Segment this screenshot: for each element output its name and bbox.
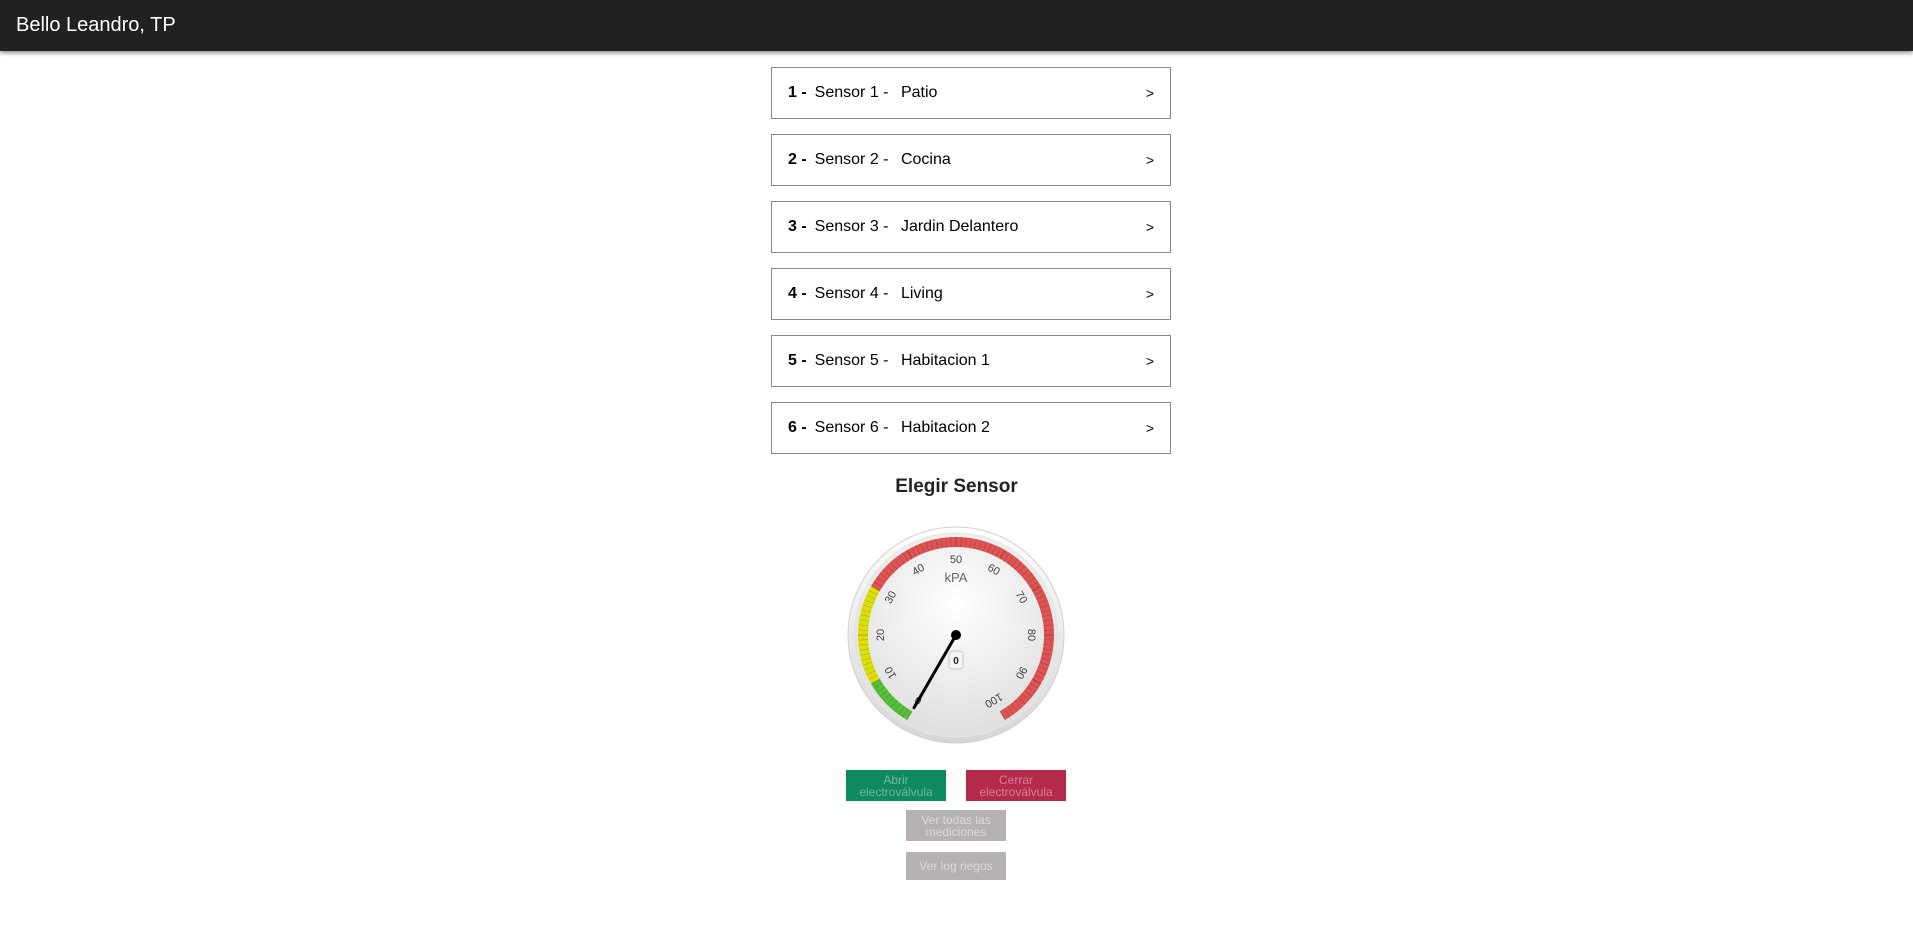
close-valve-button[interactable]: Cerrar electroválvula xyxy=(966,770,1066,801)
open-valve-label: Abrir electroválvula xyxy=(859,772,933,799)
sensor-name: Sensor 1 - xyxy=(814,84,889,101)
sensor-item-3[interactable]: 3 - Sensor 3 - Jardin Delantero > xyxy=(771,201,1171,253)
gauge-unit-label: kPA xyxy=(945,570,968,585)
open-valve-button[interactable]: Abrir electroválvula xyxy=(846,770,946,801)
sensor-location: Habitacion 1 xyxy=(900,352,990,369)
chevron-right-icon: > xyxy=(1145,219,1154,235)
sensor-location: Patio xyxy=(900,84,938,101)
sensor-location: Jardin Delantero xyxy=(900,218,1019,235)
view-irrigation-log-label: Ver log riegos xyxy=(919,859,993,873)
gauge-tick-label: 80 xyxy=(1025,629,1037,641)
sensor-number: 5 - xyxy=(788,352,807,369)
top-toolbar: Bello Leandro, TP xyxy=(0,0,1913,51)
sensor-number: 6 - xyxy=(788,419,807,436)
gauge-tick-label: 50 xyxy=(950,554,962,566)
sensor-name: Sensor 4 - xyxy=(814,285,889,302)
view-all-measurements-button[interactable]: Ver todas las mediciones xyxy=(906,810,1006,841)
sensor-item-5[interactable]: 5 - Sensor 5 - Habitacion 1 > xyxy=(771,335,1171,387)
sensor-number: 3 - xyxy=(788,218,807,235)
app-title: Bello Leandro, TP xyxy=(16,14,176,36)
chevron-right-icon: > xyxy=(1145,286,1154,302)
sensor-list: 1 - Sensor 1 - Patio > 2 - Sensor 2 - Co… xyxy=(771,67,1171,469)
sensor-item-6[interactable]: 6 - Sensor 6 - Habitacion 2 > xyxy=(771,402,1171,454)
gauge-pivot xyxy=(951,630,961,640)
sensor-item-4[interactable]: 4 - Sensor 4 - Living > xyxy=(771,268,1171,320)
chevron-right-icon: > xyxy=(1145,353,1154,369)
sensor-item-2[interactable]: 2 - Sensor 2 - Cocina > xyxy=(771,134,1171,186)
sensor-number: 1 - xyxy=(788,84,807,101)
sensor-item-1[interactable]: 1 - Sensor 1 - Patio > xyxy=(771,67,1171,119)
sensor-location: Living xyxy=(900,285,943,302)
pressure-gauge: 0102030405060708090100 kPA 0 xyxy=(847,526,1065,744)
sensor-location: Cocina xyxy=(900,151,951,168)
close-valve-label: Cerrar electroválvula xyxy=(979,772,1053,799)
sensor-name: Sensor 5 - xyxy=(814,352,889,369)
chevron-right-icon: > xyxy=(1145,152,1154,168)
sensor-name: Sensor 3 - xyxy=(814,218,889,235)
gauge-tick-label: 20 xyxy=(875,629,887,641)
sensor-name: Sensor 6 - xyxy=(814,419,889,436)
sensor-number: 2 - xyxy=(788,151,807,168)
sensor-location: Habitacion 2 xyxy=(900,419,990,436)
chevron-right-icon: > xyxy=(1145,420,1154,436)
sensor-name: Sensor 2 - xyxy=(814,151,889,168)
gauge-value-label: 0 xyxy=(953,656,959,667)
section-title: Elegir Sensor xyxy=(895,476,1018,497)
sensor-number: 4 - xyxy=(788,285,807,302)
view-irrigation-log-button[interactable]: Ver log riegos xyxy=(906,852,1006,880)
view-all-measurements-label: Ver todas las mediciones xyxy=(921,812,991,839)
chevron-right-icon: > xyxy=(1145,85,1154,101)
